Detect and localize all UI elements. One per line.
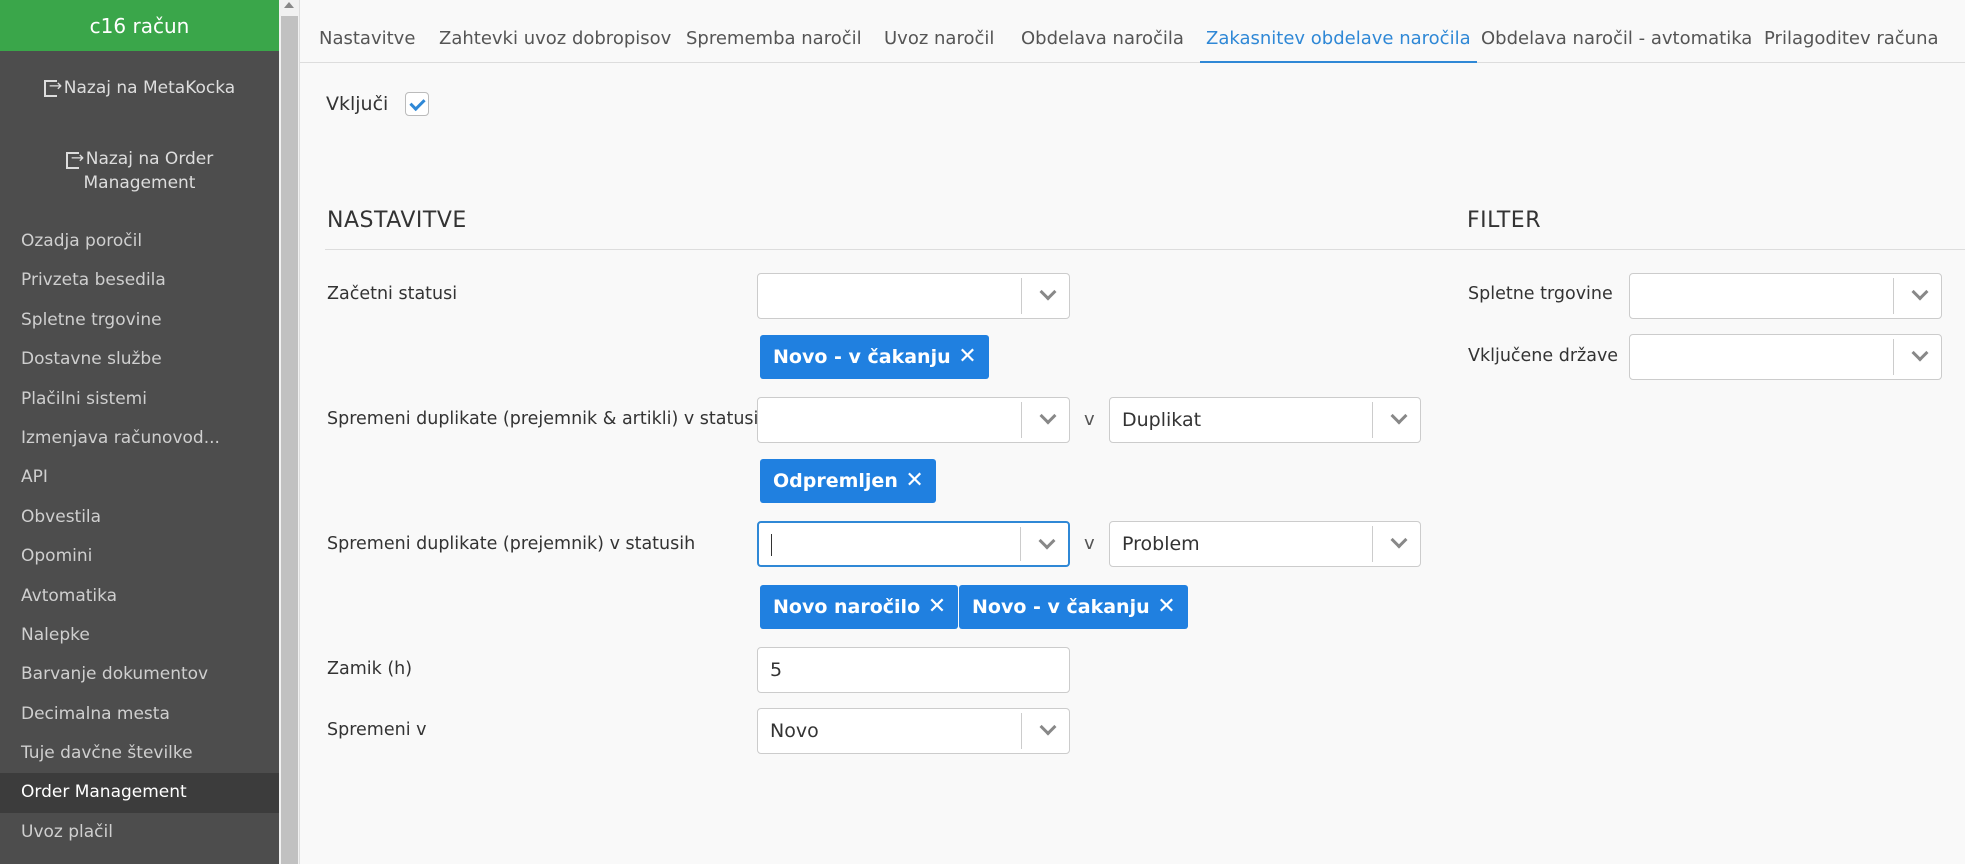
remove-tag-icon[interactable]: ✕: [928, 585, 946, 629]
tag-label: Odpremljen: [773, 470, 898, 492]
back-to-order-label-line2: Management: [83, 173, 196, 193]
remove-tag-icon[interactable]: ✕: [905, 459, 923, 503]
dup-full-label: Spremeni duplikate (prejemnik & artikli)…: [327, 409, 770, 429]
sidebar-scrollbar[interactable]: [279, 0, 300, 864]
chevron-down-icon: [1039, 718, 1057, 736]
sidebar-item-decimalna-mesta[interactable]: Decimalna mesta: [0, 695, 279, 734]
tab-bar: Nastavitve Zahtevki uvoz dobropisov Spre…: [300, 0, 1965, 63]
webshops-label: Spletne trgovine: [1468, 284, 1613, 304]
change-to-label: Spremeni v: [327, 720, 427, 740]
start-statuses-select[interactable]: [757, 273, 1070, 319]
back-to-order-management-link[interactable]: Nazaj na Order Management: [0, 146, 279, 195]
filter-divider: [1465, 249, 1965, 250]
delay-value: 5: [770, 659, 783, 681]
text-caret: [771, 534, 772, 556]
countries-label: Vključene države: [1468, 346, 1619, 366]
sign-out-icon: [43, 74, 62, 98]
delay-input[interactable]: 5: [757, 647, 1070, 693]
sidebar: c16 račun Nazaj na MetaKocka Nazaj na Or…: [0, 0, 279, 864]
chevron-down-icon: [1390, 407, 1408, 425]
tag-label: Novo - v čakanju: [972, 596, 1150, 618]
enable-row: Vključi: [326, 92, 430, 116]
sidebar-item-barvanje-dokumentov[interactable]: Barvanje dokumentov: [0, 655, 279, 694]
dup-full-target-select[interactable]: Duplikat: [1109, 397, 1421, 443]
sidebar-item-privzeta-besedila[interactable]: Privzeta besedila: [0, 261, 279, 300]
delay-label: Zamik (h): [327, 659, 413, 679]
scroll-up-arrow-icon[interactable]: [284, 2, 294, 8]
sidebar-item-dostavne-sluzbe[interactable]: Dostavne službe: [0, 340, 279, 379]
dup-recipient-statuses-select[interactable]: [757, 521, 1070, 567]
tag-label: Novo - v čakanju: [773, 346, 951, 368]
dup-full-target-value: Duplikat: [1122, 409, 1202, 431]
start-status-tag: Novo - v čakanju ✕: [760, 335, 989, 379]
dup-recipient-target-value: Problem: [1122, 533, 1200, 555]
sidebar-item-izmenjava[interactable]: Izmenjava računovod...: [0, 419, 279, 458]
back-to-order-label-line1: Nazaj na Order: [85, 149, 214, 169]
sidebar-item-nalepke[interactable]: Nalepke: [0, 616, 279, 655]
dup-recipient-v-label: v: [1084, 533, 1095, 554]
sidebar-item-api[interactable]: API: [0, 458, 279, 497]
dup-recipient-tag-1: Novo naročilo ✕: [760, 585, 959, 629]
dup-recipient-label: Spremeni duplikate (prejemnik) v statusi…: [327, 534, 696, 554]
sidebar-item-obvestila[interactable]: Obvestila: [0, 498, 279, 537]
chevron-down-icon: [1039, 283, 1057, 301]
dup-full-tag: Odpremljen ✕: [760, 459, 936, 503]
sidebar-item-order-management[interactable]: Order Management: [0, 773, 279, 813]
webshops-select[interactable]: [1629, 273, 1942, 319]
filter-title: FILTER: [1467, 208, 1541, 233]
start-statuses-label: Začetni statusi: [327, 284, 458, 304]
tab-sprememba-narocil[interactable]: Sprememba naročil: [680, 0, 868, 63]
chevron-down-icon: [1911, 344, 1929, 362]
sidebar-item-tuje-davcne-stevilke[interactable]: Tuje davčne številke: [0, 734, 279, 773]
enable-label: Vključi: [326, 93, 389, 115]
settings-title: NASTAVITVE: [327, 208, 467, 233]
change-to-value: Novo: [770, 720, 819, 742]
scrollbar-thumb[interactable]: [281, 16, 298, 864]
dup-full-v-label: v: [1084, 409, 1095, 430]
tab-prilagoditev-racuna[interactable]: Prilagoditev računa: [1758, 0, 1945, 63]
sidebar-item-placilni-sistemi[interactable]: Plačilni sistemi: [0, 380, 279, 419]
tag-label: Novo naročilo: [773, 596, 921, 618]
sidebar-item-spletne-trgovine[interactable]: Spletne trgovine: [0, 301, 279, 340]
tab-obdelava-narocil-avtomatika[interactable]: Obdelava naročil - avtomatika: [1475, 0, 1758, 63]
chevron-down-icon: [1911, 283, 1929, 301]
remove-tag-icon[interactable]: ✕: [958, 335, 976, 379]
dup-recipient-tag-2: Novo - v čakanju ✕: [959, 585, 1188, 629]
sidebar-item-avtomatika[interactable]: Avtomatika: [0, 577, 279, 616]
change-to-select[interactable]: Novo: [757, 708, 1070, 754]
brand-title[interactable]: c16 račun: [0, 0, 279, 51]
dup-recipient-target-select[interactable]: Problem: [1109, 521, 1421, 567]
tab-uvoz-narocil[interactable]: Uvoz naročil: [878, 0, 1000, 63]
back-to-metakocka-label: Nazaj na MetaKocka: [63, 78, 236, 98]
tab-zakasnitev-obdelave-narocila[interactable]: Zakasnitev obdelave naročila: [1200, 0, 1477, 63]
main-content: Nastavitve Zahtevki uvoz dobropisov Spre…: [300, 0, 1965, 864]
chevron-down-icon: [1038, 532, 1056, 550]
enable-checkbox[interactable]: [405, 92, 430, 116]
chevron-down-icon: [1039, 407, 1057, 425]
sidebar-item-uvoz-placil[interactable]: Uvoz plačil: [0, 813, 279, 852]
sidebar-item-ozadja-porocil[interactable]: Ozadja poročil: [0, 222, 279, 261]
sidebar-item-opomini[interactable]: Opomini: [0, 537, 279, 576]
remove-tag-icon[interactable]: ✕: [1157, 585, 1175, 629]
chevron-down-icon: [1390, 531, 1408, 549]
tab-nastavitve[interactable]: Nastavitve: [313, 0, 421, 63]
back-to-metakocka-link[interactable]: Nazaj na MetaKocka: [0, 74, 279, 100]
sign-out-icon: [65, 146, 84, 170]
dup-full-statuses-select[interactable]: [757, 397, 1070, 443]
sidebar-menu: Ozadja poročil Privzeta besedila Spletne…: [0, 222, 279, 852]
tab-zahtevki-uvoz-dobropisov[interactable]: Zahtevki uvoz dobropisov: [433, 0, 677, 63]
tab-obdelava-narocila[interactable]: Obdelava naročila: [1015, 0, 1190, 63]
countries-select[interactable]: [1629, 334, 1942, 380]
